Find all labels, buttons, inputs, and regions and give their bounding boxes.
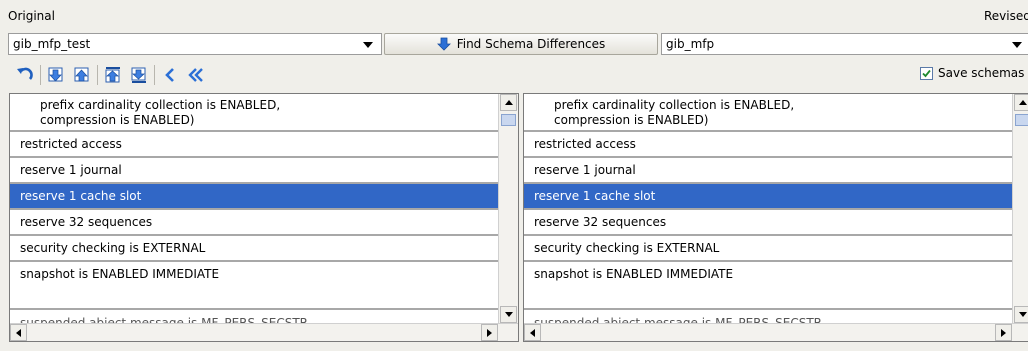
- list-item[interactable]: suspended abject message is MF_PERS_SECS…: [10, 310, 498, 323]
- list-item[interactable]: reserve 1 journal: [524, 158, 1012, 184]
- list-item[interactable]: restricted access: [524, 132, 1012, 158]
- original-label: Original: [8, 9, 55, 23]
- arrow-right-icon: [487, 328, 492, 337]
- revised-schema-select[interactable]: gib_mfp: [661, 33, 1028, 55]
- list-item-text: prefix cardinality collection is ENABLED…: [554, 98, 795, 112]
- arrow-up-icon: [504, 100, 513, 105]
- copy-left-icon[interactable]: [159, 64, 181, 86]
- list-item[interactable]: reserve 32 sequences: [10, 210, 498, 236]
- save-schemas-label: Save schemas: [938, 66, 1025, 80]
- scroll-left-button[interactable]: [10, 324, 27, 341]
- list-item[interactable]: prefix cardinality collection is ENABLED…: [10, 94, 498, 132]
- save-schemas-checkbox[interactable]: [920, 66, 933, 80]
- list-item[interactable]: security checking is EXTERNAL: [524, 236, 1012, 262]
- save-schemas-option[interactable]: Save schemas: [920, 66, 1024, 80]
- scroll-thumb[interactable]: [1015, 114, 1028, 126]
- revised-schema-panel[interactable]: prefix cardinality collection is ENABLED…: [523, 93, 1028, 342]
- revised-schema-list: prefix cardinality collection is ENABLED…: [524, 94, 1012, 323]
- arrow-right-icon: [1001, 328, 1006, 337]
- arrow-up-icon: [1018, 100, 1027, 105]
- list-item-selected[interactable]: reserve 1 cache slot: [10, 184, 498, 210]
- chevron-down-icon[interactable]: [1012, 42, 1022, 48]
- horizontal-scrollbar[interactable]: [10, 323, 518, 341]
- list-item[interactable]: security checking is EXTERNAL: [10, 236, 498, 262]
- checkmark-icon: [922, 69, 931, 77]
- find-button-label: Find Schema Differences: [456, 37, 606, 51]
- horizontal-scrollbar[interactable]: [524, 323, 1028, 341]
- list-item-text: compression is ENABLED): [554, 113, 709, 127]
- vertical-scrollbar[interactable]: [498, 94, 518, 323]
- list-item-text: compression is ENABLED): [40, 113, 195, 127]
- arrow-left-icon: [16, 328, 21, 337]
- find-schema-differences-button[interactable]: Find Schema Differences: [384, 33, 658, 55]
- list-item[interactable]: reserve 32 sequences: [524, 210, 1012, 236]
- chevron-down-icon[interactable]: [363, 42, 373, 48]
- list-item[interactable]: suspended abject message is MF_PERS_SECS…: [524, 310, 1012, 323]
- arrow-down-icon: [1018, 312, 1027, 317]
- scroll-right-button[interactable]: [995, 324, 1012, 341]
- scroll-up-button[interactable]: [1014, 94, 1028, 111]
- original-schema-select[interactable]: gib_mfp_test: [8, 33, 382, 55]
- toolbar: [14, 62, 211, 88]
- list-item-text: prefix cardinality collection is ENABLED…: [40, 98, 281, 112]
- revised-schema-value: gib_mfp: [666, 37, 715, 51]
- first-difference-icon[interactable]: [102, 64, 124, 86]
- original-schema-panel[interactable]: prefix cardinality collection is ENABLED…: [9, 93, 519, 342]
- arrow-down-icon: [504, 312, 513, 317]
- list-item[interactable]: prefix cardinality collection is ENABLED…: [524, 94, 1012, 132]
- toolbar-separator: [154, 65, 155, 85]
- list-item[interactable]: snapshot is ENABLED IMMEDIATE: [10, 262, 498, 310]
- scroll-right-button[interactable]: [481, 324, 498, 341]
- original-schema-list: prefix cardinality collection is ENABLED…: [10, 94, 498, 323]
- last-difference-icon[interactable]: [128, 64, 150, 86]
- next-difference-icon[interactable]: [45, 64, 67, 86]
- scroll-thumb[interactable]: [501, 114, 516, 126]
- scroll-down-button[interactable]: [1014, 306, 1028, 323]
- previous-difference-icon[interactable]: [71, 64, 93, 86]
- toolbar-separator: [97, 65, 98, 85]
- vertical-scrollbar[interactable]: [1012, 94, 1028, 323]
- toolbar-separator: [40, 65, 41, 85]
- list-item[interactable]: snapshot is ENABLED IMMEDIATE: [524, 262, 1012, 310]
- arrow-down-icon: [436, 37, 451, 51]
- list-item[interactable]: reserve 1 journal: [10, 158, 498, 184]
- undo-icon[interactable]: [14, 64, 36, 86]
- scroll-left-button[interactable]: [524, 324, 541, 341]
- original-schema-value: gib_mfp_test: [13, 37, 91, 51]
- copy-all-left-icon[interactable]: [185, 64, 207, 86]
- scroll-up-button[interactable]: [500, 94, 517, 111]
- list-item[interactable]: restricted access: [10, 132, 498, 158]
- list-item-selected[interactable]: reserve 1 cache slot: [524, 184, 1012, 210]
- revised-label: Revised: [984, 9, 1028, 23]
- arrow-left-icon: [530, 328, 535, 337]
- scroll-down-button[interactable]: [500, 306, 517, 323]
